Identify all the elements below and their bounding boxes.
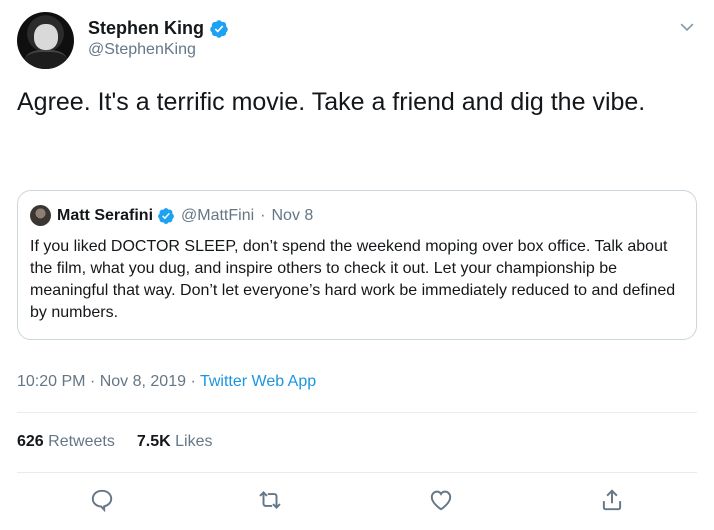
tweet-timestamp-row: 10:20 PM · Nov 8, 2019 · Twitter Web App <box>17 373 316 391</box>
quoted-tweet-date: Nov 8 <box>271 206 314 224</box>
tweet-header: Stephen King @StephenKing <box>17 12 697 76</box>
quoted-tweet-header: Matt Serafini @MattFini · Nov 8 <box>30 205 313 226</box>
quoted-tweet[interactable]: Matt Serafini @MattFini · Nov 8 If you l… <box>17 190 697 340</box>
author-display-name-row[interactable]: Stephen King <box>88 18 229 39</box>
likes-label: Likes <box>175 433 213 450</box>
author-handle[interactable]: @StephenKing <box>88 41 229 59</box>
author-avatar[interactable] <box>17 12 74 69</box>
separator-dot: · <box>190 373 200 390</box>
likes-stat[interactable]: 7.5K Likes <box>137 433 213 451</box>
quoted-author-avatar <box>30 205 51 226</box>
share-icon[interactable] <box>599 487 625 513</box>
likes-count: 7.5K <box>136 433 171 450</box>
author-name-block: Stephen King @StephenKing <box>88 18 229 59</box>
tweet-text: Agree. It's a terrific movie. Take a fri… <box>17 88 646 116</box>
retweets-stat[interactable]: 626 Retweets <box>17 433 115 451</box>
author-display-name[interactable]: Stephen King <box>88 18 204 39</box>
divider <box>17 412 697 413</box>
tweet-source-link[interactable]: Twitter Web App <box>200 373 316 390</box>
quoted-author-handle: @MattFini <box>181 206 255 224</box>
chevron-down-icon[interactable] <box>677 17 697 37</box>
tweet-time[interactable]: 10:20 PM <box>17 373 85 390</box>
quoted-tweet-text: If you liked DOCTOR SLEEP, don’t spend t… <box>30 238 676 321</box>
separator-dot: · <box>89 373 100 390</box>
divider <box>17 472 697 473</box>
verified-badge-icon <box>158 207 174 224</box>
quoted-author-name-row: Matt Serafini <box>57 207 175 225</box>
tweet-actions <box>17 487 697 517</box>
retweet-icon[interactable] <box>257 487 283 513</box>
quoted-author-display-name: Matt Serafini <box>57 206 154 224</box>
engagement-stats: 626 Retweets 7.5K Likes <box>17 433 212 451</box>
retweets-count: 626 <box>17 433 44 450</box>
tweet-date[interactable]: Nov 8, 2019 <box>100 373 186 390</box>
separator-dot: · <box>260 206 266 224</box>
heart-icon[interactable] <box>428 487 454 513</box>
retweets-label: Retweets <box>48 433 115 450</box>
reply-icon[interactable] <box>89 487 115 513</box>
verified-badge-icon <box>210 19 228 38</box>
